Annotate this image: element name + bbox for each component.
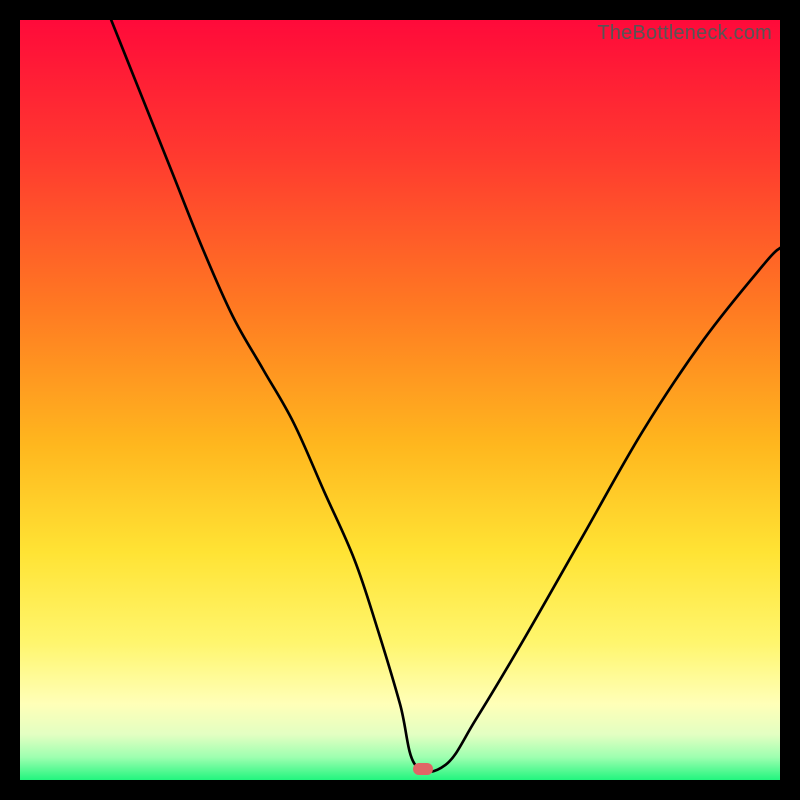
watermark-text: TheBottleneck.com	[597, 22, 772, 45]
curve-layer	[20, 20, 780, 780]
bottleneck-marker	[413, 763, 433, 775]
chart-frame: TheBottleneck.com	[0, 0, 800, 800]
bottleneck-curve	[111, 20, 780, 772]
plot-area: TheBottleneck.com	[20, 20, 780, 780]
